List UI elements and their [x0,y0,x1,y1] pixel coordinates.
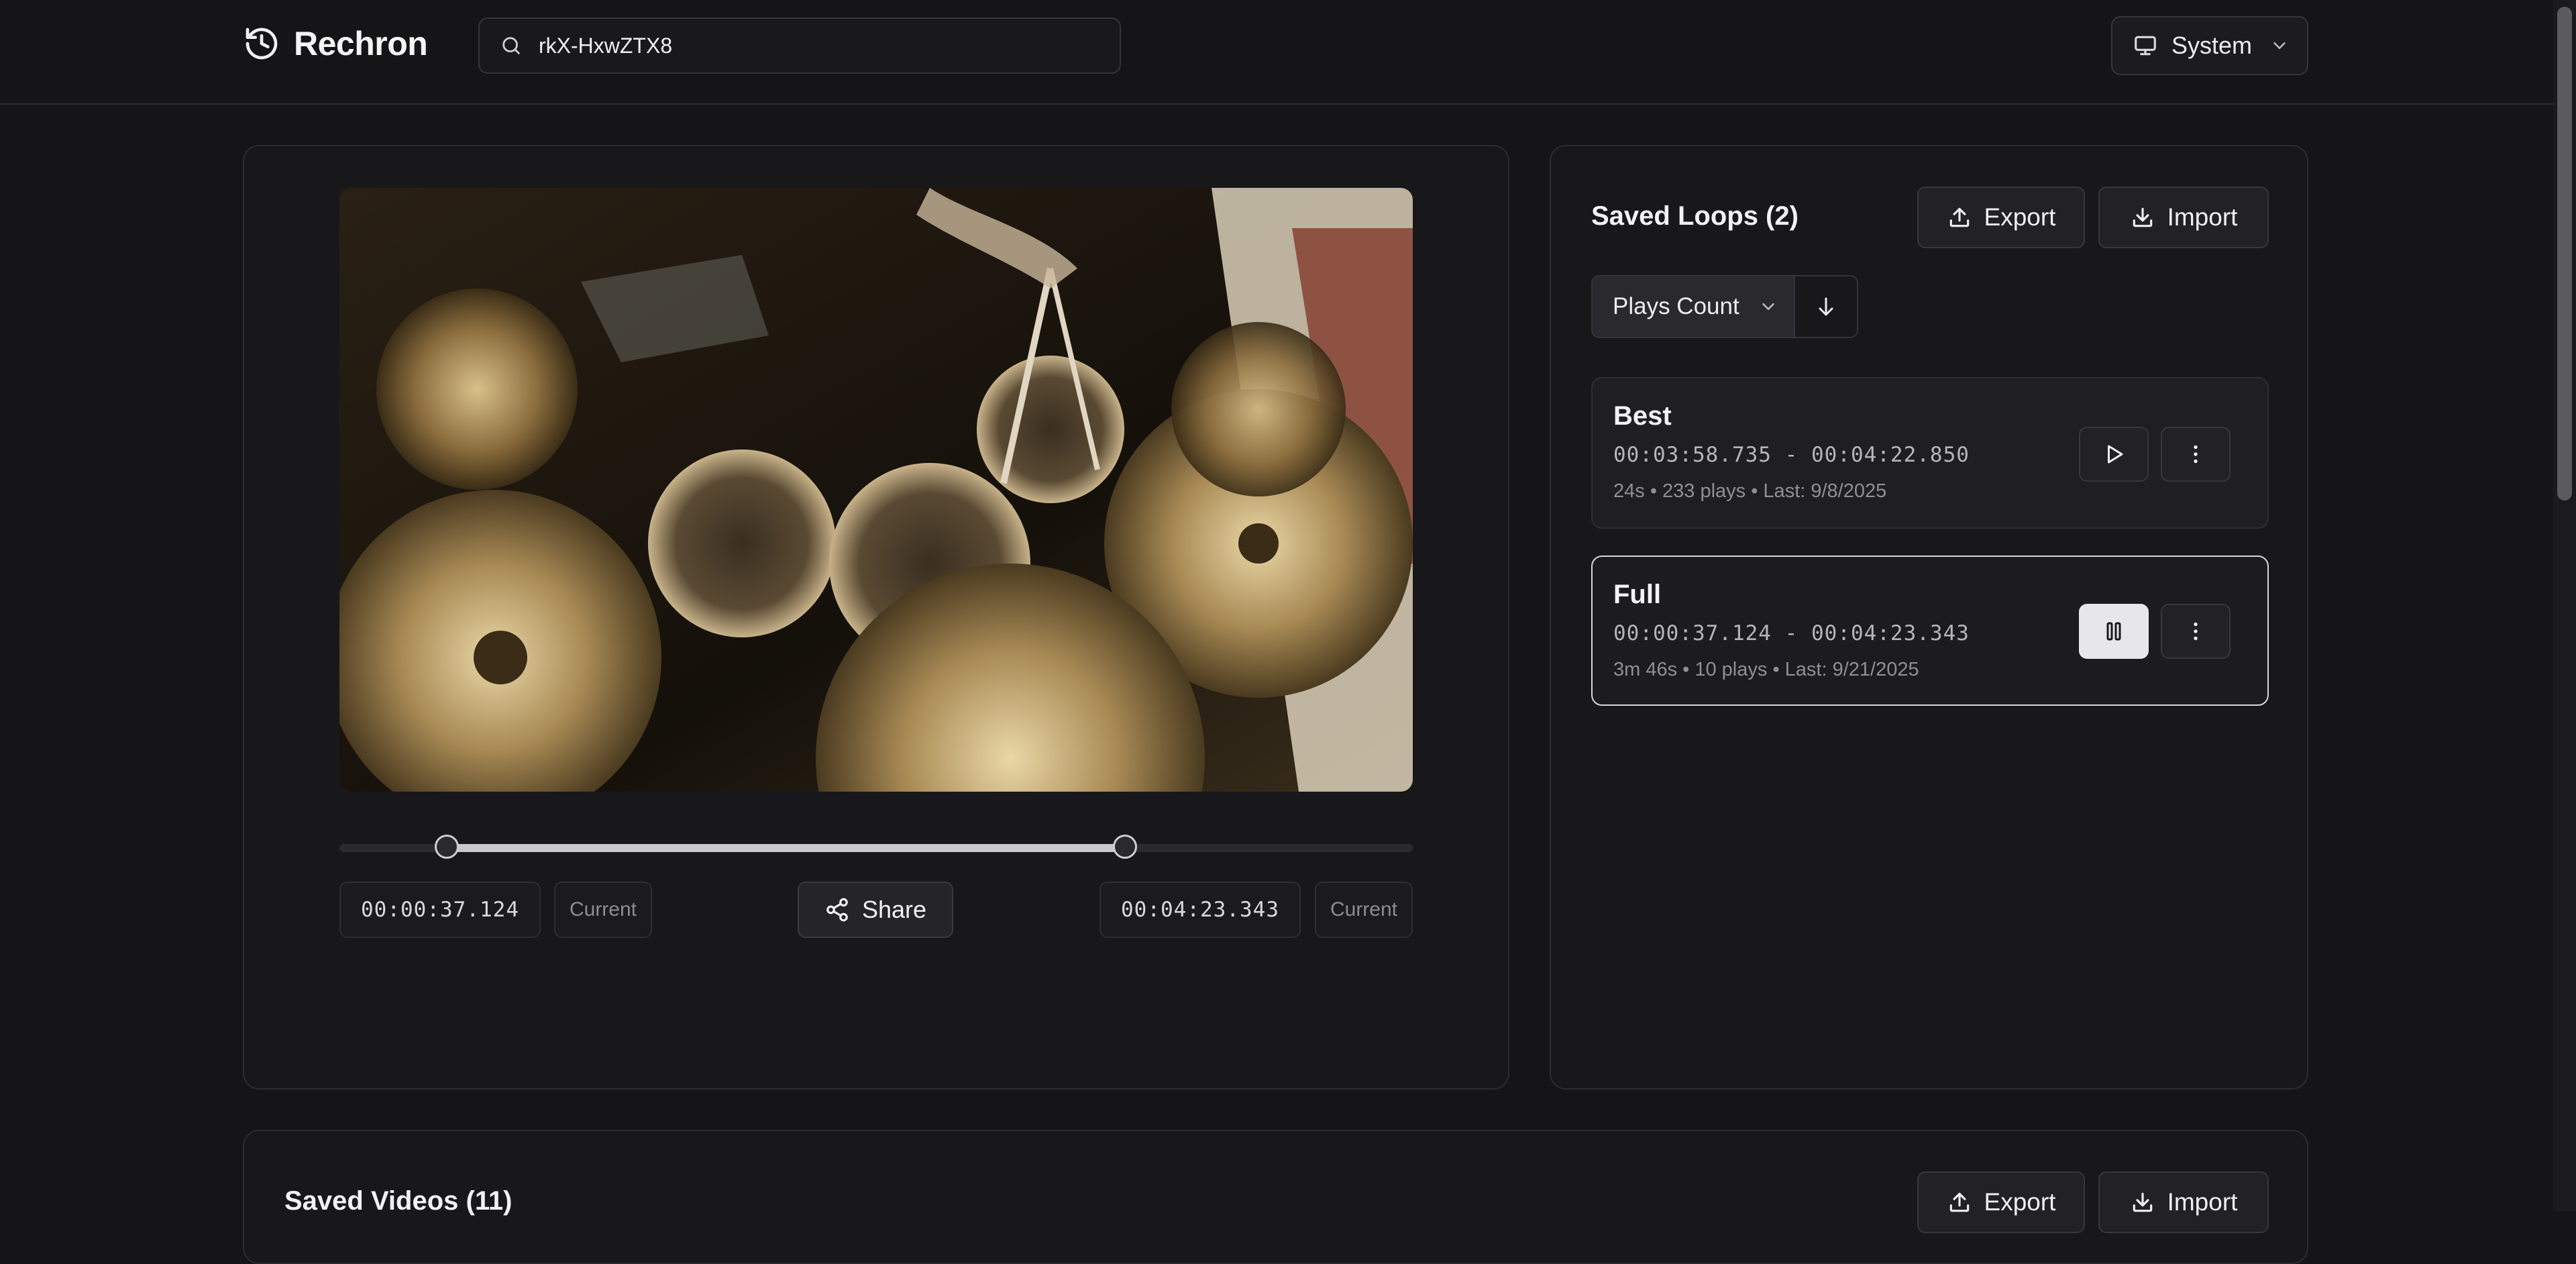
download-icon [2130,205,2155,230]
import-videos-button[interactable]: Import [2098,1171,2269,1233]
upload-icon [1947,205,1972,230]
saved-loops-title: Saved Loops (2) [1591,201,1799,231]
monitor-icon [2133,33,2158,58]
share-label: Share [861,896,927,923]
more-vertical-icon [2184,619,2208,643]
chevron-down-icon [1758,297,1778,317]
loop-name: Full [1613,580,1662,609]
theme-label: System [2171,32,2253,59]
sort-by-select[interactable]: Plays Count [1593,276,1795,337]
loop-time-range: 00:03:58.735 - 00:04:22.850 [1613,443,1970,467]
set-end-current-button[interactable]: Current [1315,882,1413,938]
app-header: Rechron System [0,0,2553,105]
chevron-down-icon [2269,36,2290,56]
saved-loops-panel: Saved Loops (2) Export Import Plays Coun… [1550,145,2308,1090]
loop-card[interactable]: Best 00:03:58.735 - 00:04:22.850 24s • 2… [1591,377,2269,529]
theme-selector[interactable]: System [2111,16,2308,75]
end-time-input[interactable]: 00:04:23.343 [1099,882,1301,938]
history-icon [243,25,280,62]
loop-card[interactable]: Full 00:00:37.124 - 00:04:23.343 3m 46s … [1591,556,2269,706]
export-loops-button[interactable]: Export [1917,187,2085,248]
loop-menu-button[interactable] [2161,427,2231,482]
share-icon [824,897,850,923]
scrollbar-thumb[interactable] [2557,7,2572,501]
video-player[interactable] [339,188,1413,792]
loop-name: Best [1613,401,1672,431]
play-icon [2102,442,2126,466]
play-loop-button[interactable] [2079,427,2149,482]
import-loops-button[interactable]: Import [2098,187,2269,248]
sort-direction-button[interactable] [1795,276,1857,337]
export-label: Export [1984,203,2056,231]
range-end-handle[interactable] [1113,835,1138,859]
more-vertical-icon [2184,442,2208,466]
export-videos-button[interactable]: Export [1917,1171,2085,1233]
download-icon [2130,1190,2155,1215]
import-label: Import [2167,1188,2238,1216]
import-label: Import [2167,203,2238,231]
loop-menu-button[interactable] [2161,604,2231,659]
share-button[interactable]: Share [798,882,953,938]
loop-range-slider[interactable] [339,835,1413,859]
player-panel: 00:00:37.124 Current Share 00:04:23.343 … [243,145,1509,1090]
sort-controls: Plays Count [1591,275,1858,338]
search-input[interactable] [537,32,1077,59]
pause-icon [2102,619,2126,643]
loop-time-range: 00:00:37.124 - 00:04:23.343 [1613,621,1970,645]
start-time-input[interactable]: 00:00:37.124 [339,882,541,938]
app-title: Rechron [294,25,428,62]
brand[interactable]: Rechron [243,24,428,63]
range-start-handle[interactable] [435,835,459,859]
search-icon [500,34,523,57]
loop-meta: 24s • 233 plays • Last: 9/8/2025 [1613,480,1887,502]
loop-range-fill [447,844,1126,852]
arrow-down-icon [1814,295,1838,319]
export-label: Export [1984,1188,2056,1216]
set-start-current-button[interactable]: Current [554,882,652,938]
loop-meta: 3m 46s • 10 plays • Last: 9/21/2025 [1613,659,1919,680]
upload-icon [1947,1190,1972,1215]
saved-videos-panel: Saved Videos (11) Export Import [243,1130,2308,1264]
sort-by-label: Plays Count [1613,293,1739,319]
pause-loop-button[interactable] [2079,604,2149,659]
search-box[interactable] [478,17,1121,74]
saved-videos-title: Saved Videos (11) [284,1186,513,1216]
page-scrollbar[interactable] [2553,0,2576,1211]
